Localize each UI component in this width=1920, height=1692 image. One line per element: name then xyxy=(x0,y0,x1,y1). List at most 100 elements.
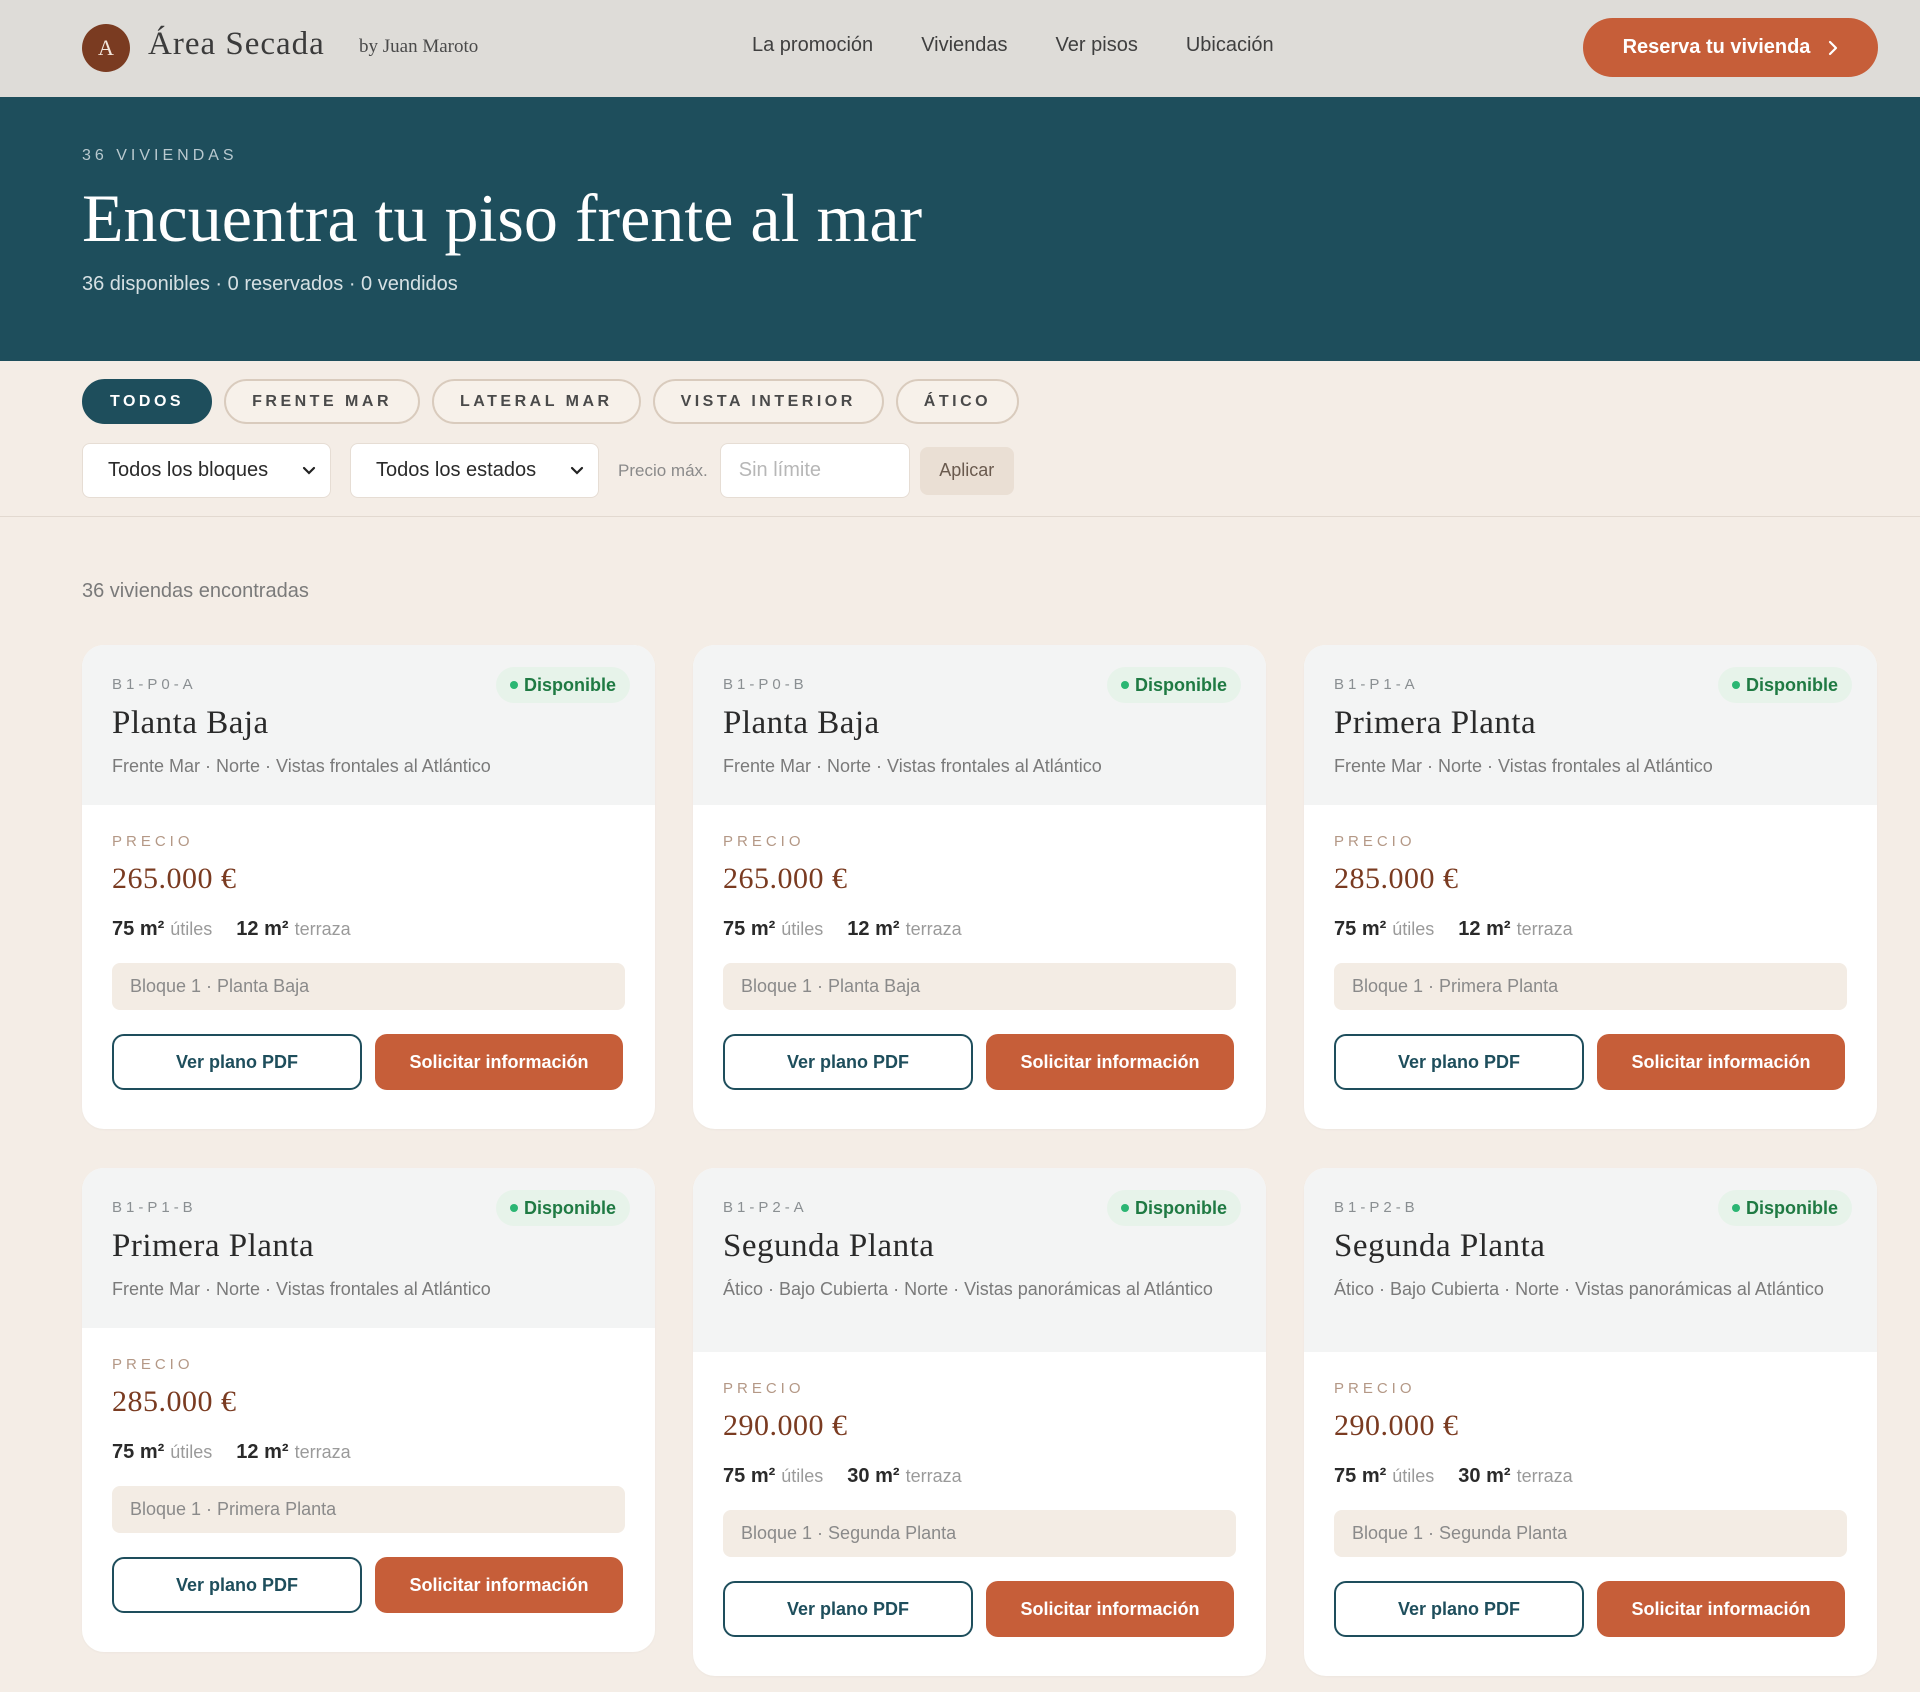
unit-actions: Ver plano PDF Solicitar información xyxy=(112,1557,625,1613)
status-dot-icon xyxy=(1120,1204,1129,1212)
useful-area: 75 m² útiles xyxy=(112,918,213,940)
status-badge: Disponible xyxy=(1106,1190,1241,1226)
hero-banner: 36 VIVIENDAS Encuentra tu piso frente al… xyxy=(0,97,1920,361)
request-info-button[interactable]: Solicitar información xyxy=(986,1581,1234,1637)
unit-areas: 75 m² útiles 12 m² terraza xyxy=(112,918,625,941)
nav-link-ver-pisos[interactable]: Ver pisos xyxy=(1056,34,1138,57)
unit-card-header: B1-P0-A Disponible Planta Baja Frente Ma… xyxy=(82,645,655,805)
unit-card-body: PRECIO 290.000 € 75 m² útiles 30 m² terraz… xyxy=(693,1380,1266,1637)
unit-location: Bloque 1 · Primera Planta xyxy=(112,1486,625,1533)
status-badge: Disponible xyxy=(495,1190,630,1226)
logo-icon[interactable]: A xyxy=(82,24,130,72)
unit-areas: 75 m² útiles 12 m² terraza xyxy=(723,918,1236,941)
unit-actions: Ver plano PDF Solicitar información xyxy=(1334,1581,1847,1637)
unit-card-b1-p1-a: B1-P1-A Disponible Primera Planta Frente… xyxy=(1304,645,1877,1129)
unit-description: Frente Mar · Norte · Vistas frontales al… xyxy=(723,756,1102,776)
status-dot-icon xyxy=(1731,1204,1740,1212)
unit-card-b1-p0-b: B1-P0-B Disponible Planta Baja Frente Ma… xyxy=(693,645,1266,1129)
status-select[interactable]: Todos los estados xyxy=(350,443,599,498)
nav-link-viviendas[interactable]: Viviendas xyxy=(921,34,1007,57)
chip-todos[interactable]: TODOS xyxy=(82,379,213,424)
request-info-button[interactable]: Solicitar información xyxy=(1597,1034,1845,1090)
unit-location: Bloque 1 · Primera Planta xyxy=(1334,963,1847,1010)
max-price-input[interactable] xyxy=(719,443,910,498)
unit-location: Bloque 1 · Planta Baja xyxy=(723,963,1236,1010)
chevron-down-icon xyxy=(570,466,584,475)
unit-actions: Ver plano PDF Solicitar información xyxy=(723,1034,1236,1090)
unit-location: Bloque 1 · Segunda Planta xyxy=(1334,1510,1847,1557)
status-dot-icon xyxy=(1120,681,1129,689)
price-label: PRECIO xyxy=(723,1380,805,1397)
top-navbar: A Área Secada by Juan Maroto La promoció… xyxy=(0,0,1920,97)
hero-kicker: 36 VIVIENDAS xyxy=(82,147,238,164)
status-dot-icon xyxy=(1731,681,1740,689)
status-text: Disponible xyxy=(523,674,616,695)
unit-description: Ático · Bajo Cubierta · Norte · Vistas p… xyxy=(723,1279,1213,1299)
unit-card-body: PRECIO 265.000 € 75 m² útiles 12 m² terraz… xyxy=(82,833,655,1090)
unit-title: Segunda Planta xyxy=(723,1228,935,1264)
chip-atico[interactable]: ÁTICO xyxy=(895,379,1020,424)
price-label: PRECIO xyxy=(1334,1380,1416,1397)
unit-card-header: B1-P2-B Disponible Segunda Planta Ático … xyxy=(1304,1168,1877,1352)
status-text: Disponible xyxy=(1134,1197,1227,1218)
view-pdf-button[interactable]: Ver plano PDF xyxy=(723,1581,973,1637)
useful-area: 75 m² útiles xyxy=(723,918,824,940)
chip-vista-interior[interactable]: VISTA INTERIOR xyxy=(652,379,884,424)
chip-lateral-mar[interactable]: LATERAL MAR xyxy=(432,379,641,424)
status-badge: Disponible xyxy=(1717,1190,1852,1226)
unit-description: Frente Mar · Norte · Vistas frontales al… xyxy=(112,1279,491,1299)
unit-title: Planta Baja xyxy=(112,705,269,741)
unit-price: 265.000 € xyxy=(723,862,848,895)
status-dot-icon xyxy=(509,1204,518,1212)
price-label: PRECIO xyxy=(112,833,194,850)
unit-title: Primera Planta xyxy=(1334,705,1537,741)
useful-area: 75 m² útiles xyxy=(1334,1465,1435,1487)
unit-title: Planta Baja xyxy=(723,705,880,741)
view-pdf-button[interactable]: Ver plano PDF xyxy=(112,1034,362,1090)
request-info-button[interactable]: Solicitar información xyxy=(375,1557,623,1613)
reserve-button-label: Reserva tu vivienda xyxy=(1622,36,1811,58)
chevron-down-icon xyxy=(302,466,316,475)
block-select[interactable]: Todos los bloques xyxy=(82,443,331,498)
unit-card-body: PRECIO 285.000 € 75 m² útiles 12 m² terraz… xyxy=(82,1356,655,1613)
status-badge: Disponible xyxy=(1106,667,1241,703)
unit-card-header: B1-P1-B Disponible Primera Planta Frente… xyxy=(82,1168,655,1328)
unit-actions: Ver plano PDF Solicitar información xyxy=(723,1581,1236,1637)
request-info-button[interactable]: Solicitar información xyxy=(375,1034,623,1090)
availability-summary: 36 disponibles · 0 reservados · 0 vendid… xyxy=(82,273,458,295)
status-text: Disponible xyxy=(523,1197,616,1218)
nav-link-promocion[interactable]: La promoción xyxy=(752,34,873,57)
request-info-button[interactable]: Solicitar información xyxy=(1597,1581,1845,1637)
request-info-button[interactable]: Solicitar información xyxy=(986,1034,1234,1090)
terrace-area: 12 m² terraza xyxy=(236,918,351,940)
unit-card-b1-p1-b: B1-P1-B Disponible Primera Planta Frente… xyxy=(82,1168,655,1652)
unit-location: Bloque 1 · Planta Baja xyxy=(112,963,625,1010)
unit-card-body: PRECIO 285.000 € 75 m² útiles 12 m² terraz… xyxy=(1304,833,1877,1090)
status-select-value: Todos los estados xyxy=(376,459,537,481)
unit-actions: Ver plano PDF Solicitar información xyxy=(1334,1034,1847,1090)
unit-card-body: PRECIO 290.000 € 75 m² útiles 30 m² terraz… xyxy=(1304,1380,1877,1637)
unit-areas: 75 m² útiles 12 m² terraza xyxy=(1334,918,1847,941)
chevron-right-icon xyxy=(1829,40,1838,55)
unit-price: 265.000 € xyxy=(112,862,237,895)
useful-area: 75 m² útiles xyxy=(1334,918,1435,940)
brand-byline: by Juan Maroto xyxy=(359,36,479,57)
status-dot-icon xyxy=(509,681,518,689)
view-pdf-button[interactable]: Ver plano PDF xyxy=(723,1034,973,1090)
chip-frente-mar[interactable]: FRENTE MAR xyxy=(224,379,420,424)
price-label: PRECIO xyxy=(723,833,805,850)
price-label: PRECIO xyxy=(112,1356,194,1373)
view-pdf-button[interactable]: Ver plano PDF xyxy=(1334,1034,1584,1090)
unit-areas: 75 m² útiles 30 m² terraza xyxy=(1334,1465,1847,1488)
apply-button[interactable]: Aplicar xyxy=(919,446,1014,495)
view-pdf-button[interactable]: Ver plano PDF xyxy=(112,1557,362,1613)
terrace-area: 30 m² terraza xyxy=(847,1465,962,1487)
unit-price: 290.000 € xyxy=(1334,1409,1459,1442)
status-text: Disponible xyxy=(1745,1197,1838,1218)
view-pdf-button[interactable]: Ver plano PDF xyxy=(1334,1581,1584,1637)
nav-link-ubicacion[interactable]: Ubicación xyxy=(1186,34,1274,57)
brand-name[interactable]: Área Secada xyxy=(148,26,325,63)
unit-card-body: PRECIO 265.000 € 75 m² útiles 12 m² terraz… xyxy=(693,833,1266,1090)
unit-areas: 75 m² útiles 30 m² terraza xyxy=(723,1465,1236,1488)
reserve-button[interactable]: Reserva tu vivienda xyxy=(1583,18,1878,77)
